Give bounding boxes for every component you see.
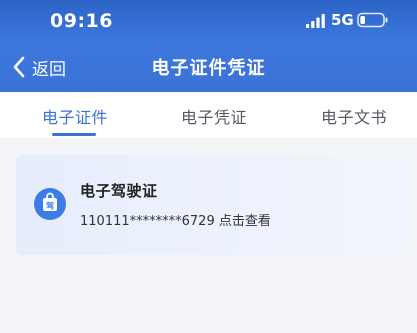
nav-bar: 返回 电子证件凭证 [0,42,417,92]
card-title: 电子驾驶证 [80,182,158,200]
signal-icon [306,14,325,28]
status-time: 09:16 [50,10,113,32]
page-title: 电子证件凭证 [151,58,266,79]
header: 09:16 5G 返回 电子证件凭证 [0,0,417,92]
tab-electronic-voucher[interactable]: 电子凭证 [181,104,247,128]
app-screen: 09:16 5G 返回 电子证件凭证 电子证件 电子凭证 电子文书 驾 电子驾驶… [0,0,417,333]
card-subtitle: 110111********6729 点击查看 [80,214,271,229]
tab-bar: 电子证件 电子凭证 电子文书 [0,92,417,138]
tab-electronic-document[interactable]: 电子文书 [321,104,387,128]
tab-active-indicator [52,133,96,136]
tab-electronic-certificate[interactable]: 电子证件 [42,104,108,128]
driving-license-icon: 驾 [34,188,66,220]
driving-license-card[interactable]: 驾 电子驾驶证 110111********6729 点击查看 [16,155,407,255]
status-bar: 09:16 5G [0,0,417,42]
battery-icon [357,12,388,28]
content-area: 驾 电子驾驶证 110111********6729 点击查看 [0,138,417,333]
card-icon-glyph: 驾 [45,201,54,211]
network-label: 5G [331,11,354,29]
